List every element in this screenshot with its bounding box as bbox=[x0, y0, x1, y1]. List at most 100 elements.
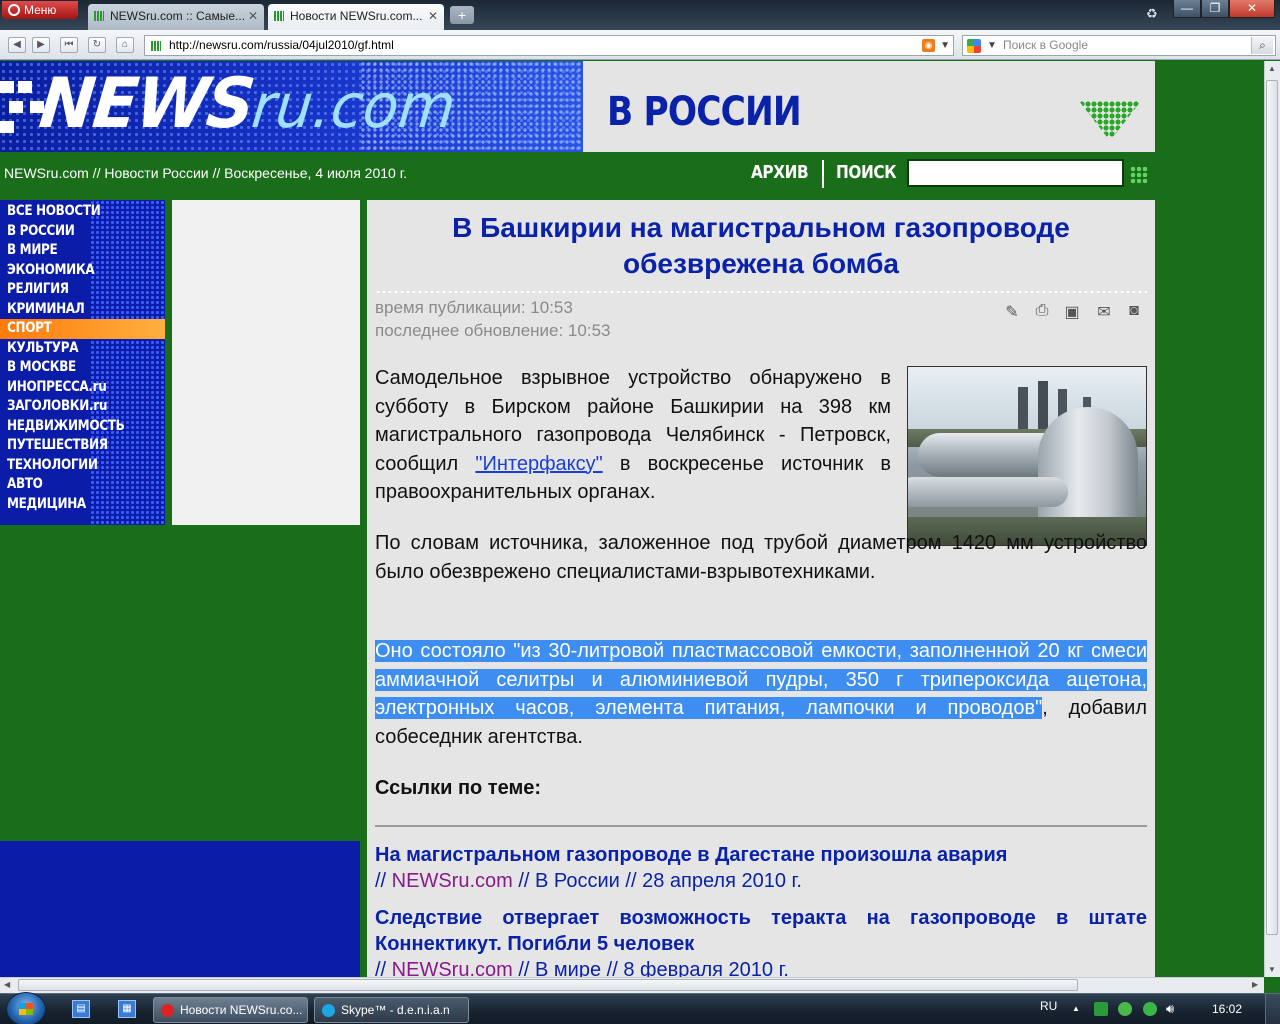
rss-icon[interactable]: ◉ bbox=[922, 39, 935, 52]
sidebar-item[interactable]: ЭКОНОМИКА bbox=[0, 261, 165, 281]
tray-expand-icon[interactable]: ▲ bbox=[1072, 1004, 1080, 1013]
tray-leaf-icon[interactable] bbox=[1118, 1002, 1132, 1016]
forward-icon[interactable]: ▶ bbox=[32, 37, 50, 53]
photo-pipe bbox=[908, 477, 1068, 507]
sidebar-item[interactable]: НЕДВИЖИМОСТЬ bbox=[0, 417, 165, 437]
separator: // bbox=[375, 959, 392, 977]
search-placeholder: Поиск в Google bbox=[1003, 38, 1088, 52]
related-item: Следствие отвергает возможность теракта … bbox=[375, 905, 1147, 977]
language-indicator[interactable]: RU bbox=[1040, 999, 1057, 1013]
new-tab-button[interactable]: + bbox=[450, 6, 474, 24]
sidebar-item[interactable]: АВТО bbox=[0, 475, 165, 495]
scroll-left-icon[interactable]: ◀ bbox=[4, 980, 10, 989]
reload-icon[interactable]: ↻ bbox=[88, 37, 106, 53]
sidebar-item[interactable]: ИНОПРЕССА.ru bbox=[0, 378, 165, 398]
rewind-icon[interactable]: ⏮ bbox=[60, 37, 78, 53]
tab-newsru-article[interactable]: Новости NEWSru.com... ✕ bbox=[268, 4, 444, 30]
opera-icon bbox=[161, 1004, 174, 1017]
related-title-link[interactable]: Следствие отвергает возможность теракта … bbox=[375, 905, 1147, 957]
chevron-down-icon[interactable]: ▼ bbox=[987, 36, 997, 55]
sidebar-item[interactable]: СПОРТ bbox=[0, 319, 165, 339]
search-icon[interactable]: ⌕ bbox=[1251, 37, 1273, 54]
related-item: На магистральном газопроводе в Дагестане… bbox=[375, 842, 1147, 894]
related-site-link[interactable]: NEWSru.com bbox=[392, 959, 513, 977]
article: В Башкирии на магистральном газопроводе … bbox=[367, 200, 1155, 977]
article-paragraph: По словам источника, заложенное под труб… bbox=[375, 532, 1147, 583]
windows-logo-icon bbox=[19, 1003, 33, 1015]
sidebar-item[interactable]: ВСЕ НОВОСТИ bbox=[0, 202, 165, 222]
back-icon[interactable]: ◀ bbox=[8, 37, 26, 53]
start-button[interactable] bbox=[6, 992, 46, 1024]
trash-icon[interactable]: ♻ bbox=[1146, 6, 1158, 22]
vertical-scroll-thumb[interactable] bbox=[1266, 80, 1278, 935]
minimize-button[interactable]: — bbox=[1173, 0, 1201, 18]
sidebar-item[interactable]: ЗАГОЛОВКИ.ru bbox=[0, 397, 165, 417]
sidebar-item[interactable]: В РОССИИ bbox=[0, 222, 165, 242]
sidebar-item[interactable]: В МОСКВЕ bbox=[0, 358, 165, 378]
dotted-divider bbox=[375, 290, 1147, 294]
address-text: http://newsru.com/russia/04jul2010/gf.ht… bbox=[169, 38, 394, 52]
search-engine-field[interactable]: ▼ Поиск в Google ⌕ bbox=[962, 35, 1276, 56]
breadcrumb[interactable]: NEWSru.com // Новости России // Воскресе… bbox=[4, 165, 407, 181]
tray-app-icon[interactable] bbox=[1094, 1002, 1108, 1016]
sidebar-item-label: В РОССИИ bbox=[7, 222, 75, 239]
home-icon[interactable]: ⌂ bbox=[116, 37, 134, 53]
browser-titlebar: Меню NEWSru.com :: Самые... ✕ Новости NEW… bbox=[0, 0, 1280, 30]
google-icon[interactable] bbox=[967, 39, 981, 53]
divider bbox=[822, 160, 824, 188]
article-photo-gas-pipeline[interactable] bbox=[907, 366, 1147, 546]
favicon-icon bbox=[151, 41, 161, 51]
grid-icon[interactable] bbox=[1130, 166, 1148, 184]
sidebar-item[interactable]: РЕЛИГИЯ bbox=[0, 280, 165, 300]
opera-menu-button[interactable]: Меню bbox=[2, 1, 78, 19]
maximize-button[interactable]: ❐ bbox=[1201, 0, 1229, 18]
sidebar-item[interactable]: В МИРЕ bbox=[0, 241, 165, 261]
window-switch-icon[interactable]: ▦ bbox=[118, 1000, 136, 1018]
print-icon[interactable]: ⎙ bbox=[1031, 302, 1053, 322]
related-section-link[interactable]: В мире bbox=[535, 959, 601, 977]
save-icon[interactable]: ▣ bbox=[1061, 302, 1083, 322]
address-bar[interactable]: http://newsru.com/russia/04jul2010/gf.ht… bbox=[144, 35, 954, 56]
taskbar-item-opera[interactable]: Новости NEWSru.co... bbox=[153, 997, 308, 1023]
tray-clover-icon[interactable] bbox=[1143, 1002, 1157, 1016]
tab-newsru-home[interactable]: NEWSru.com :: Самые... ✕ bbox=[88, 4, 264, 30]
site-logo[interactable]: NEWSru.com bbox=[0, 61, 583, 152]
chevron-down-icon[interactable]: ▼ bbox=[940, 36, 950, 55]
sidebar-item[interactable]: КРИМИНАЛ bbox=[0, 300, 165, 320]
email-icon[interactable]: ✉ bbox=[1093, 302, 1115, 322]
related-title-link[interactable]: На магистральном газопроводе в Дагестане… bbox=[375, 842, 1147, 868]
sidebar-item[interactable]: ПУТЕШЕСТВИЯ bbox=[0, 436, 165, 456]
favicon-icon bbox=[274, 11, 284, 21]
separator: // bbox=[512, 959, 536, 977]
scroll-down-icon[interactable]: ▼ bbox=[1268, 965, 1276, 974]
article-paragraph: Оно состояло "из 30-литровой пластмассов… bbox=[375, 637, 1147, 751]
close-tab-icon[interactable]: ✕ bbox=[428, 4, 438, 28]
taskbar-item-skype[interactable]: Skype™ - d.e.n.i.a.n bbox=[314, 997, 469, 1023]
archive-link[interactable]: АРХИВ bbox=[751, 162, 809, 183]
sidebar-item-label: МЕДИЦИНА bbox=[7, 495, 86, 512]
horizontal-scroll-thumb[interactable] bbox=[18, 979, 1078, 991]
scroll-right-icon[interactable]: ▶ bbox=[1252, 980, 1258, 989]
site-search-input[interactable] bbox=[907, 159, 1124, 187]
close-tab-icon[interactable]: ✕ bbox=[248, 4, 258, 28]
show-desktop-button[interactable] bbox=[1265, 994, 1280, 1024]
sidebar-item-label: АВТО bbox=[7, 476, 43, 492]
volume-icon[interactable]: 🔊︎ bbox=[1166, 1002, 1180, 1016]
related-section-link[interactable]: В России bbox=[535, 870, 620, 892]
close-window-button[interactable]: ✕ bbox=[1229, 0, 1275, 18]
sidebar-item[interactable]: ТЕХНОЛОГИИ bbox=[0, 456, 165, 476]
sidebar-item[interactable]: КУЛЬТУРА bbox=[0, 339, 165, 359]
show-desktop-icon[interactable]: ▤ bbox=[72, 1000, 90, 1018]
related-site-link[interactable]: NEWSru.com bbox=[392, 870, 513, 892]
scroll-up-icon[interactable]: ▲ bbox=[1268, 64, 1276, 73]
search-link[interactable]: ПОИСК bbox=[836, 162, 897, 183]
separator: // bbox=[601, 959, 624, 977]
camera-icon[interactable]: ◙ bbox=[1123, 302, 1145, 322]
interfax-link[interactable]: "Интерфаксу" bbox=[475, 453, 602, 475]
clock[interactable]: 16:02 bbox=[1212, 1002, 1242, 1016]
pencil-icon[interactable]: ✎ bbox=[1001, 302, 1023, 322]
sidebar-item[interactable]: МЕДИЦИНА bbox=[0, 495, 165, 515]
skype-icon bbox=[322, 1004, 335, 1017]
logo-text: NEWSru.com bbox=[36, 63, 460, 144]
sidebar-item-label: В МОСКВЕ bbox=[7, 359, 76, 375]
